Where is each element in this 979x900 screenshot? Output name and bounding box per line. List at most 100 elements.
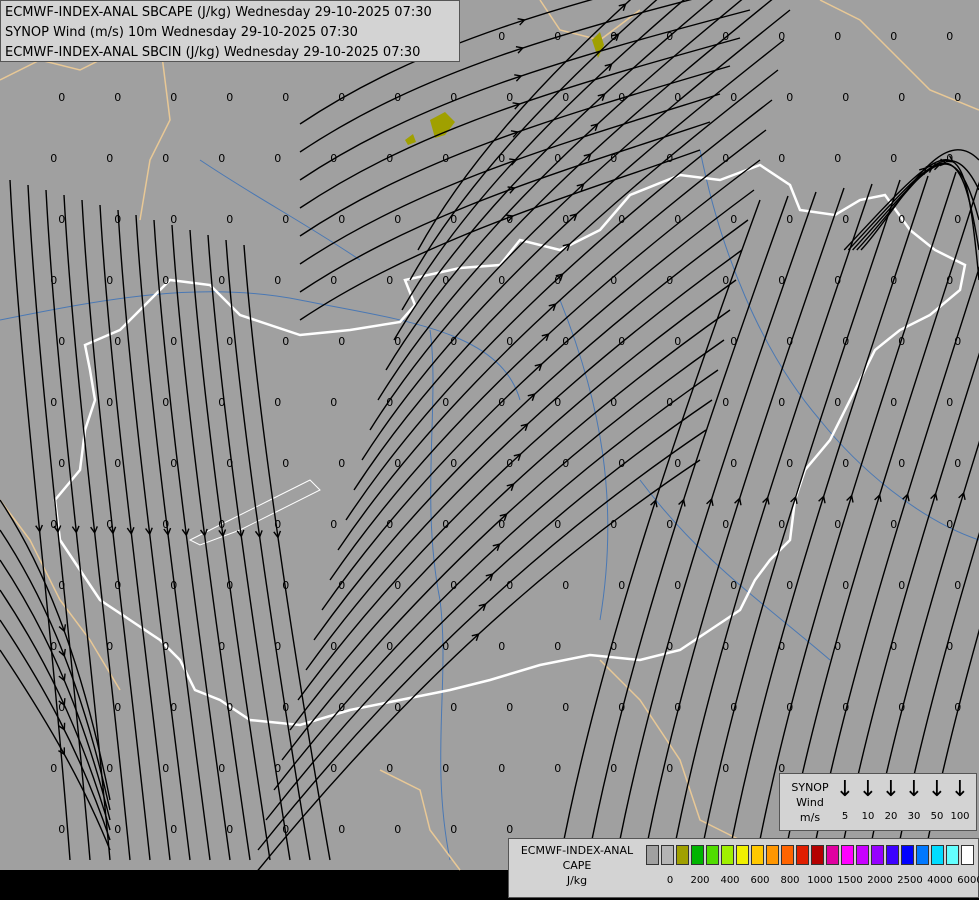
- cin-zero-label: 0: [114, 91, 121, 104]
- cin-zero-label: 0: [842, 579, 849, 592]
- cin-zero-label: 0: [386, 762, 393, 775]
- cin-zero-label: 0: [778, 640, 785, 653]
- cape-legend-parameter: CAPE: [562, 859, 592, 872]
- cin-zero-label: 0: [618, 579, 625, 592]
- cin-zero-label: 0: [730, 457, 737, 470]
- cin-zero-label: 0: [778, 274, 785, 287]
- cin-zero-label: 0: [386, 396, 393, 409]
- cin-zero-label: 0: [506, 823, 513, 836]
- cin-zero-label: 0: [394, 335, 401, 348]
- cin-zero-label: 0: [58, 335, 65, 348]
- cin-zero-label: 0: [778, 152, 785, 165]
- cin-zero-label: 0: [442, 518, 449, 531]
- cin-zero-label: 0: [890, 396, 897, 409]
- cin-zero-label: 0: [954, 335, 961, 348]
- cin-zero-label: 0: [114, 335, 121, 348]
- cape-color-swatch: [901, 845, 914, 865]
- wind-arrow-icon: ↓: [904, 777, 924, 802]
- synop-speed-value: 50: [930, 811, 944, 822]
- cin-zero-label: 0: [274, 152, 281, 165]
- cin-zero-label: 0: [562, 701, 569, 714]
- synop-legend-cell: ↓ 50: [926, 778, 948, 824]
- cape-tick-label: 6000: [957, 875, 979, 886]
- cin-zero-label: 0: [722, 762, 729, 775]
- cin-zero-label: 0: [330, 762, 337, 775]
- cape-color-swatch: [646, 845, 659, 865]
- cin-zero-label: 0: [778, 30, 785, 43]
- cin-zero-label: 0: [442, 396, 449, 409]
- title-line-sbcin: ECMWF-INDEX-ANAL SBCIN (J/kg) Wednesday …: [5, 45, 421, 60]
- cape-tick-label: 600: [750, 875, 770, 886]
- cin-zero-label: 0: [674, 213, 681, 226]
- cin-zero-label: 0: [666, 396, 673, 409]
- title-line-synop-wind: SYNOP Wind (m/s) 10m Wednesday 29-10-202…: [5, 25, 358, 40]
- cape-tick-label: 200: [690, 875, 710, 886]
- cape-color-swatch: [706, 845, 719, 865]
- cin-zero-label: 0: [162, 396, 169, 409]
- cin-zero-label: 0: [386, 518, 393, 531]
- cin-zero-label: 0: [498, 396, 505, 409]
- cin-zero-label: 0: [450, 335, 457, 348]
- cin-zero-label: 0: [162, 152, 169, 165]
- cin-zero-label: 0: [442, 640, 449, 653]
- cin-zero-label: 0: [786, 701, 793, 714]
- cin-zero-label: 0: [562, 213, 569, 226]
- cape-color-swatch: [721, 845, 734, 865]
- cape-tick-label: 4000: [927, 875, 953, 886]
- cin-zero-label: 0: [898, 579, 905, 592]
- cin-zero-label: 0: [554, 152, 561, 165]
- cin-zero-label: 0: [106, 518, 113, 531]
- cin-zero-label: 0: [450, 579, 457, 592]
- cin-zero-label: 0: [946, 640, 953, 653]
- cin-zero-label: 0: [106, 640, 113, 653]
- cin-zero-label: 0: [394, 823, 401, 836]
- cin-zero-label: 0: [282, 701, 289, 714]
- cin-zero-label: 0: [610, 30, 617, 43]
- cin-zero-label: 0: [162, 640, 169, 653]
- cin-zero-label: 0: [786, 335, 793, 348]
- cin-zero-label: 0: [394, 579, 401, 592]
- cin-zero-label: 0: [338, 457, 345, 470]
- wind-arrow-icon: ↓: [950, 777, 970, 802]
- synop-legend-unit: m/s: [799, 811, 821, 824]
- cin-zero-label: 0: [834, 518, 841, 531]
- cin-zero-label: 0: [330, 640, 337, 653]
- cin-zero-label: 0: [946, 274, 953, 287]
- cin-zero-label: 0: [50, 152, 57, 165]
- cin-zero-label: 0: [330, 152, 337, 165]
- cin-zero-label: 0: [50, 274, 57, 287]
- cin-zero-label: 0: [282, 91, 289, 104]
- cin-zero-label: 0: [58, 457, 65, 470]
- cin-zero-label: 0: [610, 274, 617, 287]
- weather-map: 0 0 0 0 0 0 0 0 0 0 0 0 0 0 0 0 0 0 0 0 0 0 0 0 0 0 0 0 0 0 0 0 0 0 0 0 0 0 0 0…: [0, 0, 979, 900]
- cin-zero-label: 0: [842, 701, 849, 714]
- cin-zero-label: 0: [58, 91, 65, 104]
- cin-zero-label: 0: [450, 701, 457, 714]
- cape-color-swatch: [736, 845, 749, 865]
- synop-legend-cell: ↓ 30: [903, 778, 925, 824]
- cin-zero-label: 0: [106, 274, 113, 287]
- synop-speed-value: 30: [907, 811, 921, 822]
- cin-zero-label: 0: [338, 579, 345, 592]
- cape-color-swatch: [751, 845, 764, 865]
- cape-tick-label: 0: [666, 875, 674, 886]
- cin-zero-label: 0: [618, 457, 625, 470]
- cin-zero-label: 0: [498, 30, 505, 43]
- cin-zero-label: 0: [554, 274, 561, 287]
- cin-zero-label: 0: [946, 396, 953, 409]
- cin-zero-label: 0: [506, 457, 513, 470]
- cin-zero-label: 0: [786, 91, 793, 104]
- cape-tick-label: 1000: [807, 875, 833, 886]
- cin-zero-label: 0: [674, 701, 681, 714]
- cin-zero-label: 0: [106, 762, 113, 775]
- cin-zero-label: 0: [226, 335, 233, 348]
- cin-zero-label: 0: [666, 762, 673, 775]
- cin-zero-label: 0: [170, 213, 177, 226]
- cin-zero-label: 0: [218, 518, 225, 531]
- cin-zero-label: 0: [498, 518, 505, 531]
- cin-zero-label: 0: [274, 640, 281, 653]
- cin-zero-label: 0: [562, 91, 569, 104]
- cin-zero-label: 0: [554, 762, 561, 775]
- cin-zero-label: 0: [898, 213, 905, 226]
- synop-speed-value: 10: [861, 811, 875, 822]
